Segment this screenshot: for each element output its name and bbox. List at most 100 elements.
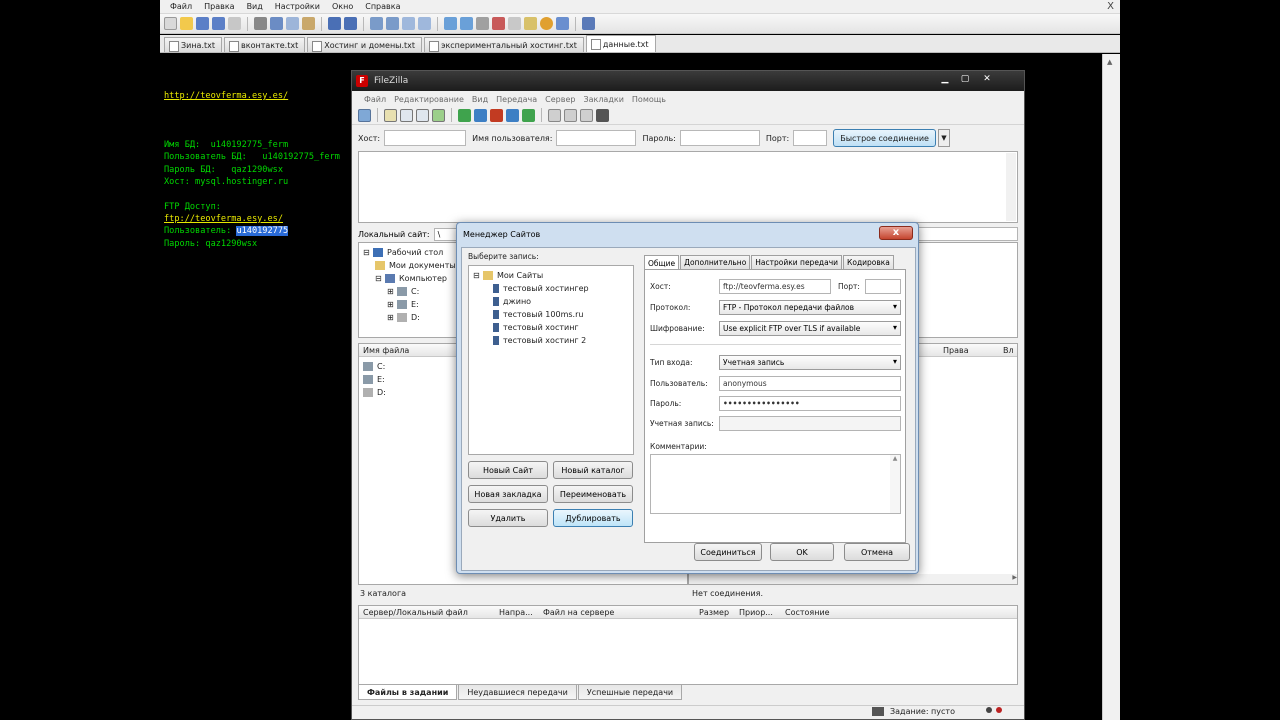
tab-advanced[interactable]: Дополнительно xyxy=(680,255,751,269)
remote-col-permissions[interactable]: Права xyxy=(943,346,1003,355)
quickconnect-dropdown-icon[interactable]: ▼ xyxy=(937,129,950,147)
tab-general[interactable]: Общие xyxy=(644,255,680,270)
reconnect-icon[interactable] xyxy=(522,108,535,122)
logon-type-select[interactable]: Учетная запись xyxy=(719,355,901,370)
new-bookmark-button[interactable]: Новая закладка xyxy=(468,485,548,503)
connect-button[interactable]: Соединиться xyxy=(694,543,762,561)
close-file-icon[interactable] xyxy=(228,17,241,30)
doc-map-icon[interactable] xyxy=(524,17,537,30)
port-input[interactable] xyxy=(865,279,901,294)
tab-experimental-hosting[interactable]: экспериментальный хостинг.txt xyxy=(424,37,584,52)
site-item-2[interactable]: джино xyxy=(473,295,633,308)
tab-transfer-settings[interactable]: Настройки передачи xyxy=(751,255,843,269)
filter-icon[interactable] xyxy=(564,108,577,122)
fz-menu-bookmarks[interactable]: Закладки xyxy=(579,95,627,104)
tab-vkontakte[interactable]: вконтакте.txt xyxy=(224,37,306,52)
toggle-queue-icon[interactable] xyxy=(432,108,445,122)
undo-icon[interactable] xyxy=(328,17,341,30)
search-icon[interactable] xyxy=(596,108,609,122)
quick-user-input[interactable] xyxy=(556,130,637,146)
tab-zina[interactable]: Зина.txt xyxy=(164,37,223,52)
password-input[interactable]: •••••••••••••••• xyxy=(719,396,901,411)
quickconnect-button[interactable]: Быстрое соединение xyxy=(833,129,936,147)
log-scrollbar[interactable] xyxy=(1006,153,1016,221)
remote-col-owner[interactable]: Вл xyxy=(1003,346,1017,355)
fz-menu-help[interactable]: Помощь xyxy=(628,95,670,104)
dir-compare-icon[interactable] xyxy=(548,108,561,122)
npp-menu-window[interactable]: Окно xyxy=(326,2,359,11)
refresh-icon[interactable] xyxy=(458,108,471,122)
zoom-in-icon[interactable] xyxy=(402,17,415,30)
tab-charset[interactable]: Кодировка xyxy=(843,255,894,269)
cut-icon[interactable] xyxy=(270,17,283,30)
save-icon[interactable] xyxy=(196,17,209,30)
new-file-icon[interactable] xyxy=(164,17,177,30)
zoom-out-icon[interactable] xyxy=(418,17,431,30)
find-icon[interactable] xyxy=(370,17,383,30)
tab-queued-files[interactable]: Файлы в задании xyxy=(358,685,458,700)
sync-scroll-icon[interactable] xyxy=(444,17,457,30)
npp-menu-settings[interactable]: Настройки xyxy=(269,2,326,11)
process-queue-icon[interactable] xyxy=(474,108,487,122)
quick-host-input[interactable] xyxy=(384,130,467,146)
site-manager-icon[interactable] xyxy=(358,108,371,122)
encryption-select[interactable]: Use explicit FTP over TLS if available xyxy=(719,321,901,336)
site-item-3[interactable]: тестовый 100ms.ru xyxy=(473,308,633,321)
quick-port-input[interactable] xyxy=(793,130,828,146)
tab-data[interactable]: данные.txt xyxy=(585,35,656,52)
site-item-4[interactable]: тестовый хостинг xyxy=(473,321,633,334)
protocol-select[interactable]: FTP - Протокол передачи файлов xyxy=(719,300,901,315)
fz-menu-file[interactable]: Файл xyxy=(360,95,390,104)
queue-col-priority[interactable]: Приор... xyxy=(739,608,785,617)
tree-my-sites[interactable]: ⊟ Мои Сайты xyxy=(473,269,633,282)
sm-close-icon[interactable]: x xyxy=(879,226,913,240)
fz-menu-transfer[interactable]: Передача xyxy=(492,95,541,104)
minimize-icon[interactable]: ▁ xyxy=(936,72,954,86)
npp-menu-file[interactable]: Файл xyxy=(164,2,198,11)
queue-col-size[interactable]: Размер xyxy=(699,608,739,617)
fz-menu-server[interactable]: Сервер xyxy=(541,95,579,104)
npp-close-icon[interactable]: X xyxy=(1107,1,1114,12)
paste-icon[interactable] xyxy=(302,17,315,30)
editor-text[interactable]: http://teovferma.esy.es/ Имя БД: u140192… xyxy=(164,90,364,250)
ftp-user-selected[interactable]: u140192775 xyxy=(236,226,289,237)
word-wrap-icon[interactable] xyxy=(460,17,473,30)
queue-col-local[interactable]: Сервер/Локальный файл xyxy=(363,608,499,617)
quick-pass-input[interactable] xyxy=(679,130,760,146)
ftp-url-link[interactable]: ftp://teovferma.esy.es/ xyxy=(164,214,283,224)
save-all-icon[interactable] xyxy=(212,17,225,30)
maximize-icon[interactable]: ▢ xyxy=(956,72,974,86)
fz-menu-view[interactable]: Вид xyxy=(468,95,492,104)
cancel-icon[interactable] xyxy=(490,108,503,122)
duplicate-button[interactable]: Дублировать xyxy=(553,509,633,527)
npp-vertical-scrollbar[interactable]: ▲ xyxy=(1102,54,1120,720)
toggle-local-tree-icon[interactable] xyxy=(400,108,413,122)
site-url-link[interactable]: http://teovferma.esy.es/ xyxy=(164,91,288,101)
tab-failed-transfers[interactable]: Неудавшиеся передачи xyxy=(458,685,577,700)
new-folder-button[interactable]: Новый каталог xyxy=(553,461,633,479)
comments-textarea[interactable]: ▲ xyxy=(650,454,901,514)
comments-scrollbar[interactable]: ▲ xyxy=(890,455,900,513)
cancel-button[interactable]: Отмена xyxy=(844,543,910,561)
new-site-button[interactable]: Новый Сайт xyxy=(468,461,548,479)
npp-menu-edit[interactable]: Правка xyxy=(198,2,240,11)
rename-button[interactable]: Переименовать xyxy=(553,485,633,503)
open-folder-icon[interactable] xyxy=(180,17,193,30)
queue-col-status[interactable]: Состояние xyxy=(785,608,830,617)
sync-browse-icon[interactable] xyxy=(580,108,593,122)
tab-hosting-domains[interactable]: Хостинг и домены.txt xyxy=(307,37,423,52)
tab-successful-transfers[interactable]: Успешные передачи xyxy=(577,685,683,700)
macro-play-icon[interactable] xyxy=(556,17,569,30)
account-input[interactable] xyxy=(719,416,901,431)
copy-icon[interactable] xyxy=(286,17,299,30)
toggle-remote-tree-icon[interactable] xyxy=(416,108,429,122)
npp-menu-view[interactable]: Вид xyxy=(241,2,269,11)
close-window-icon[interactable]: ✕ xyxy=(976,72,998,86)
indent-guide-icon[interactable] xyxy=(492,17,505,30)
ok-button[interactable]: OK xyxy=(770,543,834,561)
user-input[interactable]: anonymous xyxy=(719,376,901,391)
remote-h-scrollbar[interactable]: ▶ xyxy=(689,574,1017,584)
print-icon[interactable] xyxy=(254,17,267,30)
run-macro-icon[interactable] xyxy=(582,17,595,30)
scroll-up-icon[interactable]: ▲ xyxy=(1107,58,1112,66)
